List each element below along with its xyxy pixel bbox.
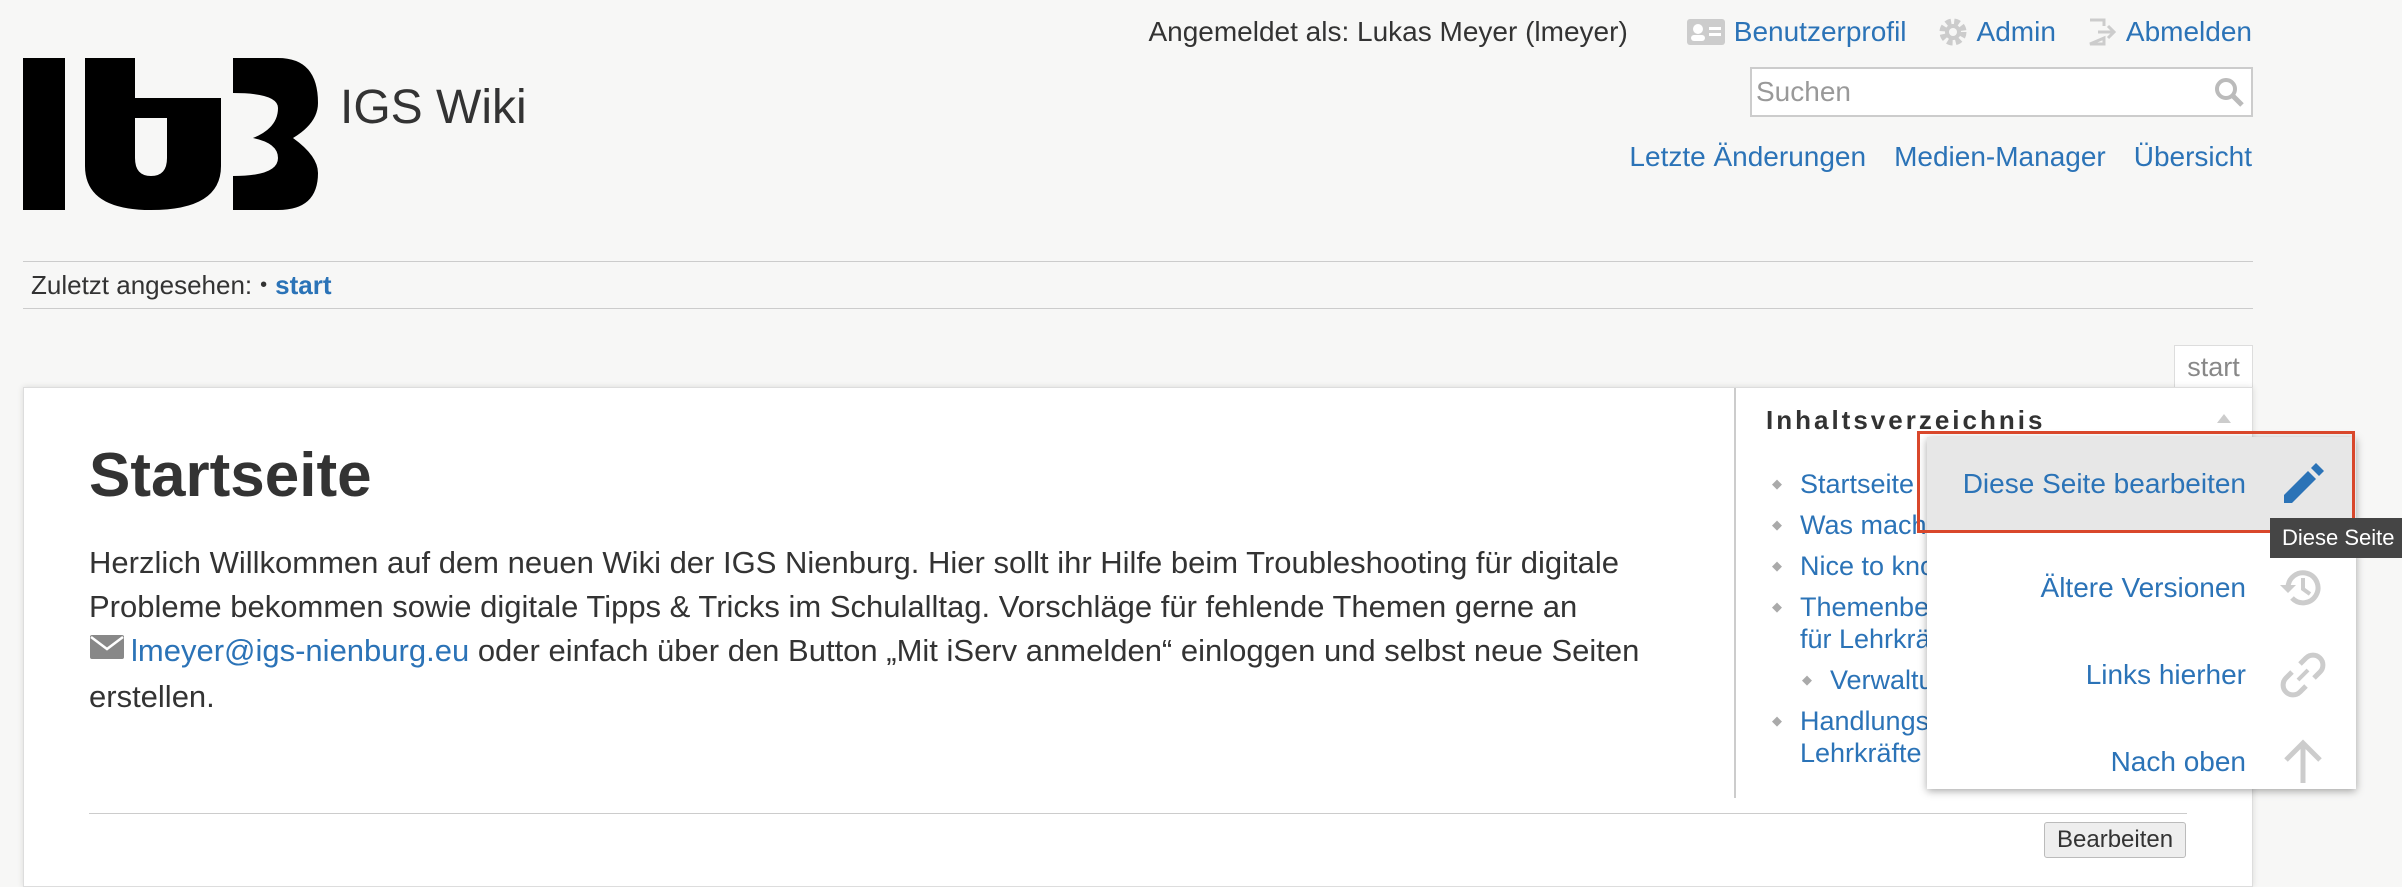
sitemap-link[interactable]: Übersicht bbox=[2134, 141, 2252, 173]
edit-section-button[interactable]: Bearbeiten bbox=[2044, 822, 2187, 858]
backlinks-label: Links hierher bbox=[2085, 659, 2246, 690]
tooltip: Diese Seite bearbeiten bbox=[2270, 518, 2402, 558]
logged-in-user: Angemeldet als: Lukas Meyer (lmeyer) bbox=[1148, 16, 1628, 47]
igs-logo[interactable] bbox=[23, 58, 318, 210]
page-id-tab: start bbox=[2174, 345, 2253, 388]
profile-card-icon bbox=[1686, 19, 1725, 45]
back-to-top-tool[interactable]: Nach oben bbox=[2111, 733, 2330, 791]
page-title: Startseite bbox=[89, 441, 372, 510]
admin-link-label: Admin bbox=[1976, 16, 2056, 47]
toc-collapse-icon[interactable] bbox=[2216, 412, 2232, 424]
search-box bbox=[1750, 67, 2253, 117]
link-icon bbox=[2280, 652, 2326, 698]
page-tools-menu: Diese Seite bearbeiten Ältere Versionen … bbox=[1927, 437, 2356, 789]
logout-link[interactable]: Abmelden bbox=[2086, 16, 2252, 48]
history-icon bbox=[2280, 570, 2321, 606]
toc-item-line: Handlungs bbox=[1800, 706, 1930, 736]
gear-icon bbox=[1939, 18, 1967, 46]
breadcrumb-separator: • bbox=[260, 273, 268, 296]
pencil-icon bbox=[2284, 463, 2324, 503]
recent-changes-link[interactable]: Letzte Änderungen bbox=[1629, 141, 1866, 173]
admin-link[interactable]: Admin bbox=[1937, 16, 2056, 48]
profile-link-label: Benutzerprofil bbox=[1733, 16, 1907, 47]
arrow-up-icon bbox=[2284, 739, 2322, 783]
older-versions-tool[interactable]: Ältere Versionen bbox=[2041, 559, 2330, 617]
logout-icon bbox=[2089, 18, 2117, 46]
edit-page-tool[interactable]: Diese Seite bearbeiten bbox=[1927, 437, 2356, 531]
breadcrumb: Zuletzt angesehen: • start bbox=[23, 261, 2253, 309]
user-bar: Angemeldet als: Lukas Meyer (lmeyer) Ben… bbox=[1148, 16, 2252, 48]
search-button[interactable] bbox=[2207, 70, 2251, 114]
media-manager-link[interactable]: Medien-Manager bbox=[1894, 141, 2106, 173]
logout-link-label: Abmelden bbox=[2125, 16, 2252, 47]
back-to-top-label: Nach oben bbox=[2110, 746, 2246, 777]
older-versions-label: Ältere Versionen bbox=[2040, 572, 2246, 603]
toc-item-line: für Lehrkrä bbox=[1800, 624, 1931, 654]
intro-text-before: Herzlich Willkommen auf dem neuen Wiki d… bbox=[89, 545, 1619, 624]
backlinks-tool[interactable]: Links hierher bbox=[2086, 646, 2330, 704]
toc-title: Inhaltsverzeichnis bbox=[1766, 405, 2046, 435]
breadcrumb-label: Zuletzt angesehen: bbox=[31, 269, 253, 300]
profile-link[interactable]: Benutzerprofil bbox=[1686, 16, 1907, 48]
edit-page-label: Diese Seite bearbeiten bbox=[1962, 468, 2246, 499]
page-content: Startseite Herzlich Willkommen auf dem n… bbox=[23, 387, 2253, 887]
content-divider bbox=[89, 813, 2187, 814]
site-title[interactable]: IGS Wiki bbox=[340, 80, 527, 135]
breadcrumb-item-start[interactable]: start bbox=[275, 270, 331, 301]
toc-item-line: Themenbe bbox=[1800, 592, 1930, 622]
toc-item-line: Lehrkräfte bbox=[1800, 738, 1922, 768]
mail-icon bbox=[89, 628, 125, 672]
email-link[interactable]: lmeyer@igs-nienburg.eu bbox=[131, 633, 469, 668]
search-input[interactable] bbox=[1752, 69, 2207, 115]
search-icon bbox=[2215, 78, 2244, 107]
intro-paragraph: Herzlich Willkommen auf dem neuen Wiki d… bbox=[89, 541, 1729, 719]
site-tools-nav: Letzte Änderungen Medien-Manager Übersic… bbox=[1601, 141, 2252, 173]
